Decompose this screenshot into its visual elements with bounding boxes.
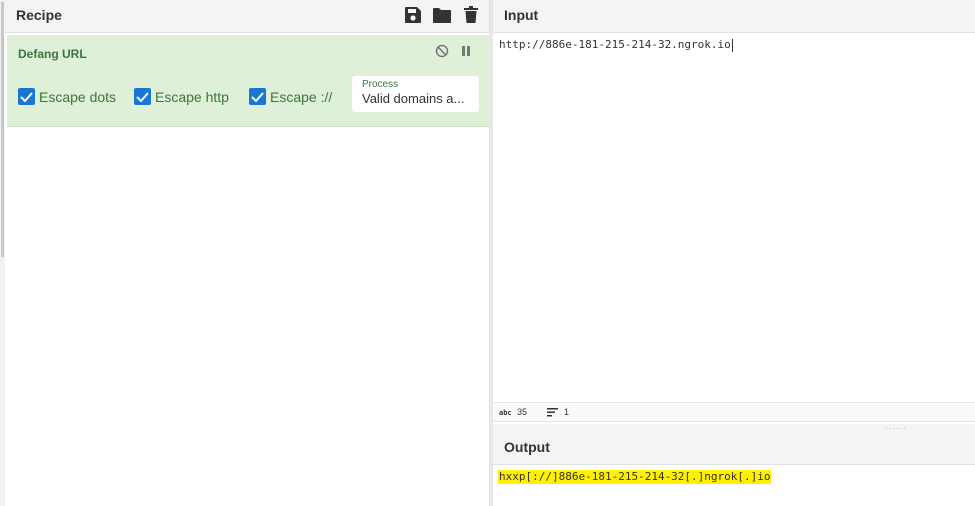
checkmark-icon [18, 88, 35, 105]
text-caret [731, 38, 733, 52]
input-header: Input [493, 0, 975, 33]
output-value[interactable]: hxxp[://]886e-181-215-214-32[.]ngrok[.]i… [498, 470, 771, 484]
recipe-title: Recipe [16, 7, 62, 23]
input-textarea[interactable]: http://886e-181-215-214-32.ngrok.io [499, 38, 733, 52]
input-panel: Input http://886e-181-215-214-32.ngrok.i… [493, 0, 975, 424]
output-panel: ······ Output hxxp[://]886e-181-215-214-… [493, 424, 975, 506]
process-label: Process [362, 79, 399, 90]
checkmark-icon [134, 88, 151, 105]
abc-icon: abc [499, 409, 511, 416]
recipe-header-icons [403, 5, 481, 25]
escape-http-checkbox[interactable]: Escape http [134, 88, 229, 105]
output-title: Output [504, 439, 550, 455]
char-count: abc 35 [499, 407, 527, 417]
app-window: Recipe Defang URL Escape dots Escape htt… [0, 0, 975, 506]
recipe-panel: Recipe Defang URL Escape dots Escape htt… [5, 0, 491, 506]
disable-icon[interactable] [435, 44, 449, 58]
line-count-value: 1 [564, 407, 570, 417]
defang-url-operation[interactable]: Defang URL Escape dots Escape http Escap… [7, 35, 491, 127]
svg-text:abc: abc [499, 409, 511, 416]
escape-protocol-label: Escape :// [270, 88, 333, 105]
save-icon[interactable] [403, 5, 423, 25]
process-select[interactable]: Process Valid domains a... [352, 76, 479, 112]
input-status-bar: abc 35 1 [493, 402, 975, 422]
trash-icon[interactable] [461, 5, 481, 25]
input-value: http://886e-181-215-214-32.ngrok.io [499, 38, 731, 51]
lines-icon [547, 407, 559, 416]
scrollbar-thumb[interactable] [1, 2, 4, 257]
line-count: 1 [547, 407, 569, 417]
checkmark-icon [249, 88, 266, 105]
folder-icon[interactable] [432, 5, 452, 25]
char-count-value: 35 [517, 407, 528, 417]
escape-dots-checkbox[interactable]: Escape dots [18, 88, 116, 105]
pause-icon[interactable] [459, 44, 473, 58]
resize-handle[interactable]: ······ [885, 424, 907, 433]
input-title: Input [504, 7, 539, 23]
process-value: Valid domains a... [362, 91, 465, 106]
operation-title: Defang URL [18, 47, 87, 61]
escape-dots-label: Escape dots [39, 88, 117, 105]
output-header: ······ Output [493, 424, 975, 465]
escape-http-label: Escape http [155, 88, 229, 105]
recipe-header: Recipe [5, 0, 489, 33]
operation-controls [435, 44, 473, 58]
escape-protocol-checkbox[interactable]: Escape :// [249, 88, 332, 105]
